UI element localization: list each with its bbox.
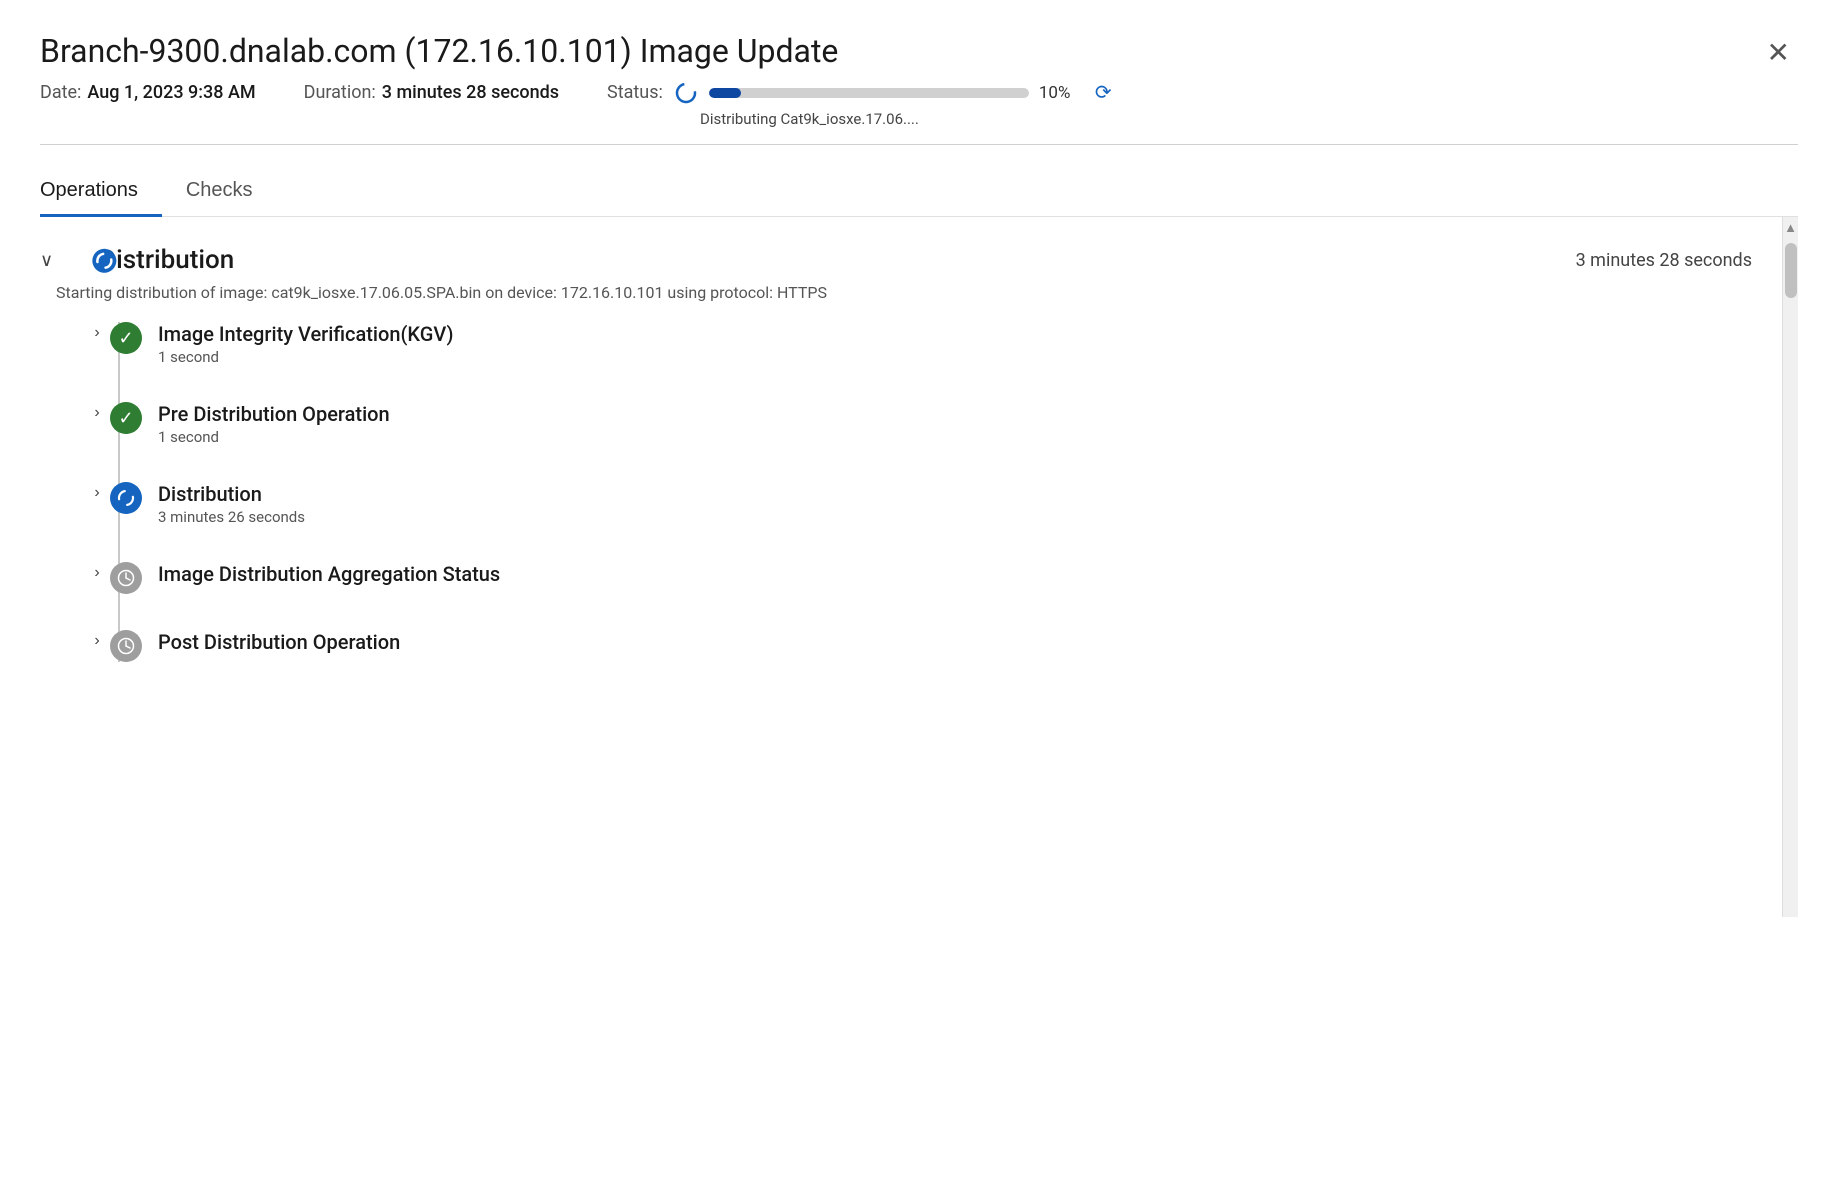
item-status-icon-0: ✓ [110, 322, 142, 354]
item-content-3: Image Distribution Aggregation Status [158, 562, 1782, 588]
item-title-1: Pre Distribution Operation [158, 402, 1782, 426]
progress-bar-fill [709, 88, 741, 98]
header-divider [40, 144, 1798, 145]
item-expand-3[interactable]: › [90, 564, 110, 582]
item-content-2: Distribution 3 minutes 26 seconds [158, 482, 1782, 526]
date-meta: Date: Aug 1, 2023 9:38 AM [40, 82, 256, 103]
duration-value: 3 minutes 28 seconds [382, 82, 559, 103]
date-label: Date: [40, 82, 81, 103]
item-status-icon-1: ✓ [110, 402, 142, 434]
scrollbar-track: ▲ [1782, 217, 1798, 917]
timeline-item: › ✓ Image Integrity Verification(KGV) 1 … [90, 322, 1782, 366]
duration-label: Duration: [304, 82, 376, 103]
modal-container: Branch-9300.dnalab.com (172.16.10.101) I… [0, 0, 1838, 1186]
modal-meta: Date: Aug 1, 2023 9:38 AM Duration: 3 mi… [40, 80, 1798, 105]
status-spinner-icon [675, 82, 697, 104]
operations-panel: ∨ Distribution 3 minutes 28 seconds Star… [40, 217, 1782, 917]
item-duration-1: 1 second [158, 428, 1782, 446]
timeline-item: › Post Distribution Operation [90, 630, 1782, 662]
timeline-item: › ✓ Pre Distribution Operation 1 second [90, 402, 1782, 446]
duration-meta: Duration: 3 minutes 28 seconds [304, 82, 559, 103]
item-status-icon-4 [110, 630, 142, 662]
distribution-section-duration: 3 minutes 28 seconds [1576, 250, 1752, 271]
item-title-3: Image Distribution Aggregation Status [158, 562, 1782, 586]
item-duration-0: 1 second [158, 348, 1782, 366]
progress-bar-container: 10% [709, 83, 1075, 103]
tab-checks[interactable]: Checks [186, 169, 277, 217]
distribution-status-icon [65, 249, 87, 271]
item-expand-1[interactable]: › [90, 404, 110, 422]
refresh-button[interactable]: ⟳ [1095, 80, 1112, 105]
item-content-1: Pre Distribution Operation 1 second [158, 402, 1782, 446]
close-button[interactable]: ✕ [1759, 36, 1798, 69]
progress-percent: 10% [1039, 83, 1075, 103]
status-label: Status: [607, 82, 663, 103]
item-title-2: Distribution [158, 482, 1782, 506]
status-sub-text: Distributing Cat9k_iosxe.17.06.... [700, 110, 919, 128]
modal-title: Branch-9300.dnalab.com (172.16.10.101) I… [40, 32, 838, 70]
content-area: ∨ Distribution 3 minutes 28 seconds Star… [40, 217, 1798, 917]
item-title-0: Image Integrity Verification(KGV) [158, 322, 1782, 346]
item-expand-4[interactable]: › [90, 632, 110, 650]
item-status-icon-3 [110, 562, 142, 594]
scrollbar-up-arrow[interactable]: ▲ [1783, 217, 1798, 239]
progress-bar-track [709, 88, 1029, 98]
section-header-left: ∨ Distribution [40, 245, 234, 275]
distribution-section-title: Distribution [99, 245, 234, 275]
scrollbar-thumb[interactable] [1785, 243, 1797, 298]
tabs-row: Operations Checks [40, 169, 1798, 217]
timeline: › ✓ Image Integrity Verification(KGV) 1 … [90, 322, 1782, 662]
timeline-item: › Image Distribution Aggregation Status [90, 562, 1782, 594]
item-title-4: Post Distribution Operation [158, 630, 1782, 654]
item-content-0: Image Integrity Verification(KGV) 1 seco… [158, 322, 1782, 366]
item-status-icon-2 [110, 482, 142, 514]
item-content-4: Post Distribution Operation [158, 630, 1782, 656]
date-value: Aug 1, 2023 9:38 AM [87, 82, 255, 103]
distribution-expand-button[interactable]: ∨ [40, 250, 53, 271]
status-section: Status: 10% ⟳ [607, 80, 1112, 105]
tab-operations[interactable]: Operations [40, 169, 162, 217]
modal-header: Branch-9300.dnalab.com (172.16.10.101) I… [40, 32, 1798, 70]
item-expand-2[interactable]: › [90, 484, 110, 502]
distribution-section-description: Starting distribution of image: cat9k_io… [56, 283, 1782, 302]
item-expand-0[interactable]: › [90, 324, 110, 342]
timeline-item: › Distribution 3 minute [90, 482, 1782, 526]
distribution-section-header: ∨ Distribution 3 minutes 28 seconds [40, 245, 1782, 275]
item-duration-2: 3 minutes 26 seconds [158, 508, 1782, 526]
